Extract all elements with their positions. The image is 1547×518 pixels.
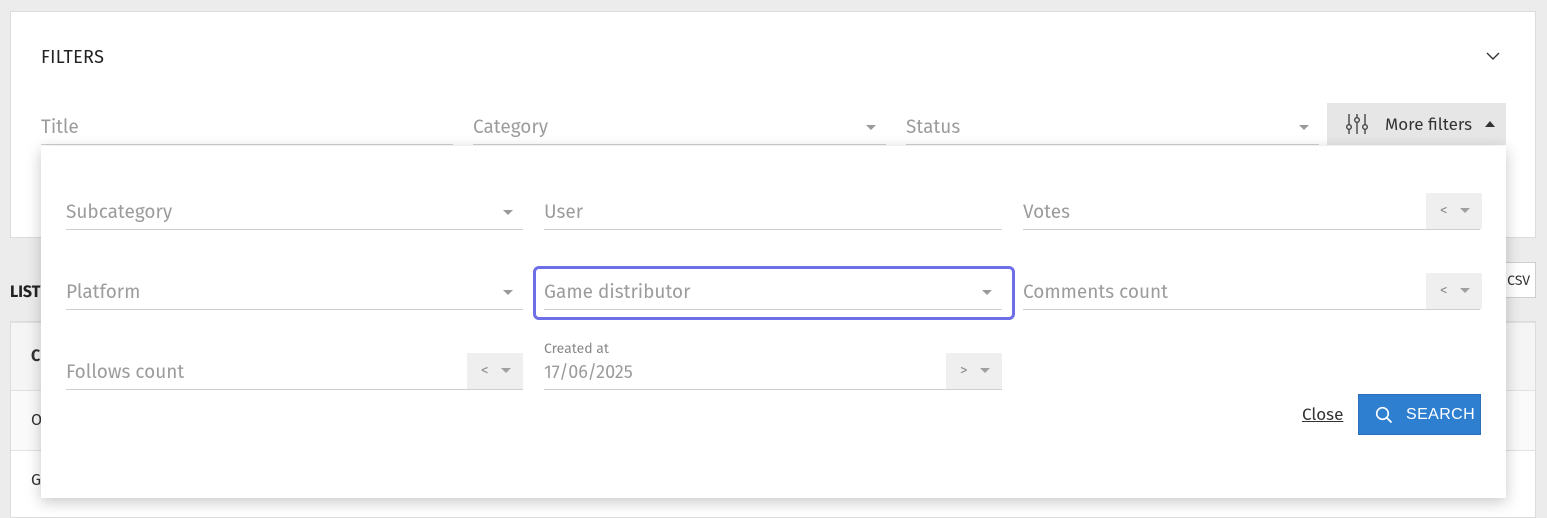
csv-label: CSV [1507,271,1530,289]
filters-title: FILTERS [41,46,105,68]
more-filters-panel: Subcategory User Votes < Platform Game d… [41,146,1506,498]
chevron-down-icon[interactable] [1485,48,1501,64]
title-placeholder: Title [41,116,79,139]
subcategory-placeholder: Subcategory [66,201,173,224]
search-label: SEARCH [1406,406,1476,423]
caret-down-icon [1460,208,1470,213]
more-filters-label: More filters [1385,114,1473,135]
platform-placeholder: Platform [66,281,141,304]
table-cell: G [31,471,42,490]
caret-down-icon [1460,288,1470,293]
comments-count-input[interactable]: Comments count [1023,277,1480,310]
comments-operator-select[interactable]: < [1426,273,1482,309]
user-placeholder: User [544,201,584,224]
follows-count-placeholder: Follows count [66,361,185,384]
search-icon [1375,406,1393,424]
caret-up-icon [1485,121,1495,127]
caret-down-icon [501,368,511,373]
caret-down-icon [503,290,513,295]
table-header-cell: C [31,347,41,366]
votes-operator: < [1440,201,1448,219]
caret-down-icon [866,125,876,130]
category-select[interactable]: Category [473,112,886,145]
category-placeholder: Category [473,116,549,139]
comments-operator: < [1440,281,1448,299]
status-placeholder: Status [906,116,961,139]
created-at-input[interactable]: 17/06/2025 [544,357,1002,390]
subcategory-select[interactable]: Subcategory [66,197,523,230]
caret-down-icon [982,290,992,295]
game-distributor-placeholder: Game distributor [544,281,691,304]
search-button[interactable]: SEARCH [1358,394,1481,435]
votes-placeholder: Votes [1023,201,1070,224]
caret-down-icon [503,210,513,215]
title-input[interactable]: Title [41,112,453,145]
caret-down-icon [1299,125,1309,130]
status-select[interactable]: Status [906,112,1319,145]
follows-operator: < [481,361,489,379]
comments-count-placeholder: Comments count [1023,281,1169,304]
platform-select[interactable]: Platform [66,277,523,310]
follows-operator-select[interactable]: < [467,353,523,389]
close-link[interactable]: Close [1302,404,1343,425]
created-at-label: Created at [544,340,609,357]
votes-input[interactable]: Votes [1023,197,1480,230]
user-input[interactable]: User [544,197,1002,230]
game-distributor-select[interactable]: Game distributor [544,277,1002,310]
created-at-value: 17/06/2025 [544,361,633,383]
created-at-operator: > [960,361,968,379]
follows-count-input[interactable]: Follows count [66,357,523,390]
created-at-operator-select[interactable]: > [946,353,1002,389]
sliders-icon [1346,114,1369,134]
more-filters-button[interactable]: More filters [1327,103,1506,145]
list-heading: LIST [10,283,41,302]
caret-down-icon [980,368,990,373]
votes-operator-select[interactable]: < [1426,193,1482,229]
